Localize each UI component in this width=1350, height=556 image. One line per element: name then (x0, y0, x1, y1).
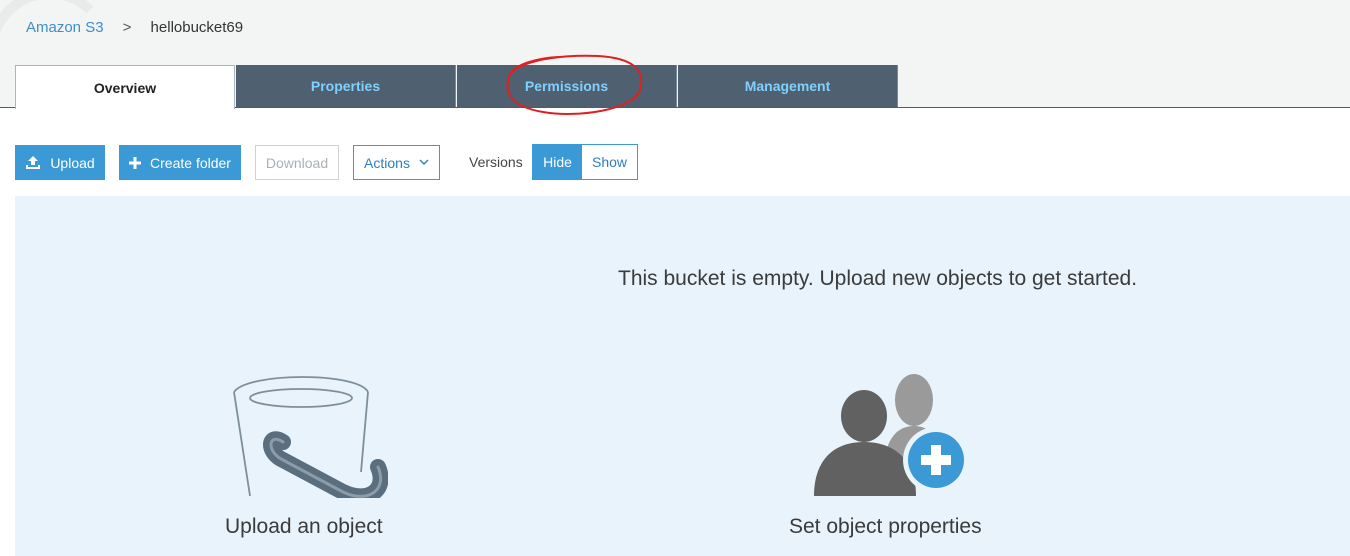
tab-overview-label: Overview (93, 79, 157, 96)
bucket-icon (233, 376, 388, 498)
tab-properties[interactable]: Properties (236, 65, 456, 107)
create-folder-button[interactable]: Create folder (119, 145, 241, 180)
download-button[interactable]: Download (255, 145, 339, 180)
upload-object-card-title[interactable]: Upload an object (225, 515, 383, 539)
upload-button-label: Upload (50, 154, 95, 171)
plus-icon (129, 156, 142, 169)
s3-bucket-page: Amazon S3 > hellobucket69 Overview Prope… (0, 0, 1350, 556)
breadcrumb-amazon-s3-link[interactable]: Amazon S3 (26, 19, 104, 37)
actions-dropdown-button[interactable]: Actions (353, 145, 440, 180)
versions-hide-button[interactable]: Hide (533, 145, 582, 179)
upload-icon (25, 155, 41, 170)
breadcrumb-current-bucket: hellobucket69 (150, 19, 244, 36)
empty-bucket-message: This bucket is empty. Upload new objects… (618, 267, 1138, 290)
tab-properties-label: Properties (310, 78, 381, 94)
tab-management[interactable]: Management (678, 65, 898, 107)
chevron-down-icon (419, 159, 429, 166)
versions-show-button[interactable]: Show (582, 145, 637, 179)
actions-button-label: Actions (364, 154, 410, 171)
tab-overview[interactable]: Overview (15, 65, 235, 109)
set-object-properties-card-title[interactable]: Set object properties (789, 515, 982, 539)
breadcrumb: Amazon S3 > hellobucket69 (26, 19, 243, 37)
tab-management-label: Management (744, 78, 831, 94)
versions-toggle: Hide Show (532, 144, 638, 180)
empty-bucket-panel (15, 196, 1350, 556)
versions-label: Versions (469, 154, 523, 170)
create-folder-button-label: Create folder (150, 154, 231, 171)
breadcrumb-separator-icon: > (122, 19, 132, 36)
tab-permissions[interactable]: Permissions (457, 65, 677, 107)
download-button-label: Download (265, 154, 329, 171)
tab-permissions-label: Permissions (524, 78, 609, 94)
users-add-icon (814, 374, 969, 496)
upload-button[interactable]: Upload (15, 145, 105, 180)
